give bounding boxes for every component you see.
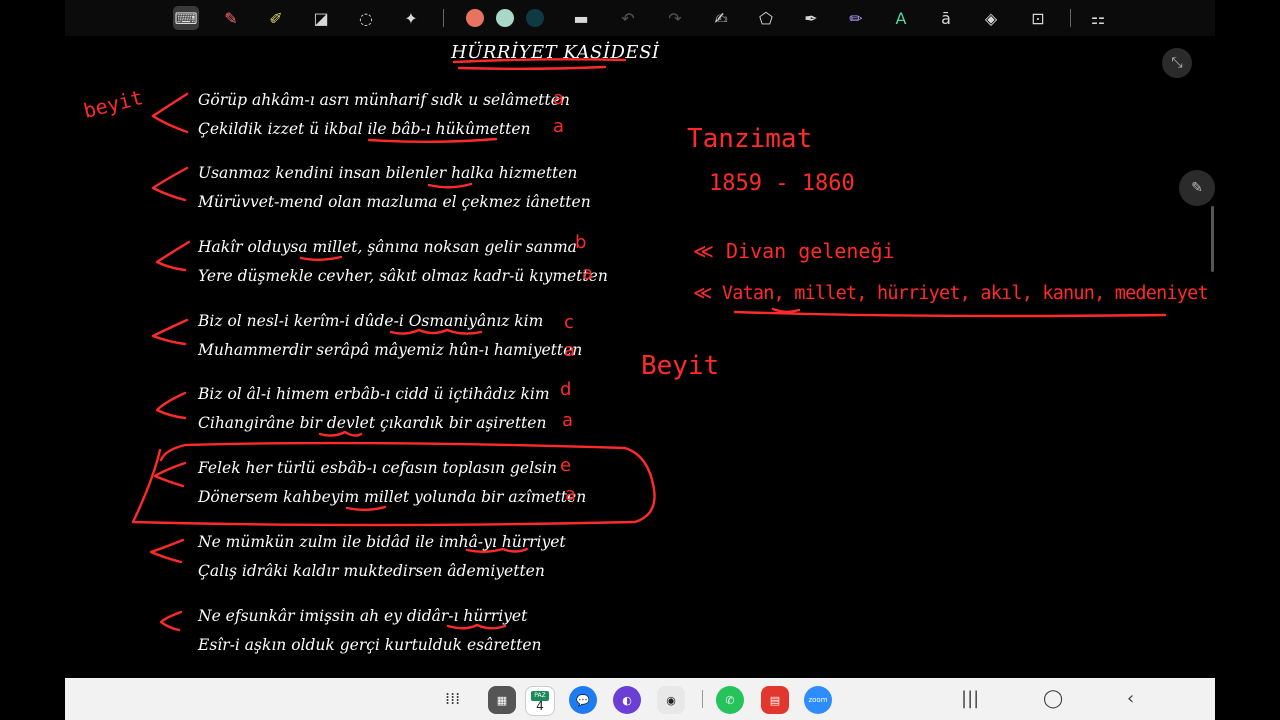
bracket-verse-3 [155, 240, 191, 272]
underline-osmaniyaniz [389, 328, 483, 335]
bracket-verse-5 [155, 391, 187, 420]
bracket-verse-1 [151, 92, 189, 134]
ink-strokes [131, 58, 1167, 632]
calendar-date: 4 [536, 699, 544, 713]
browser-app-icon[interactable]: ◐ [613, 686, 641, 714]
bracket-verse-4 [151, 318, 189, 346]
camera-app-icon[interactable]: ◉ [657, 686, 685, 714]
verse-6-circle [131, 441, 656, 527]
underline-tick [771, 307, 801, 313]
underline-hurriyet [465, 547, 529, 553]
title-underline-2 [457, 65, 607, 70]
messages-app-icon[interactable]: 💬 [569, 686, 597, 714]
recent-apps-icon[interactable]: ||| [961, 688, 979, 709]
underline-hurriyet-2 [446, 623, 507, 630]
taskbar-divider [702, 690, 703, 708]
bracket-verse-7 [149, 538, 185, 564]
underline-millet [299, 255, 343, 261]
system-taskbar: ⁞⁞⁞ ▦ PAZ 4 💬 ◐ ◉ ✆ ▤ zoom ||| ◯ ‹ [65, 678, 1215, 720]
underline-halka [427, 182, 473, 189]
title-underline [452, 58, 627, 64]
zoom-app-icon[interactable]: zoom [804, 686, 832, 714]
calendar-app-icon[interactable]: PAZ 4 [525, 686, 555, 716]
home-icon[interactable]: ◯ [1043, 688, 1063, 709]
bracket-verse-8 [159, 610, 183, 632]
notes-app-icon[interactable]: ▤ [761, 686, 789, 714]
back-icon[interactable]: ‹ [1127, 688, 1134, 709]
bracket-verse-6 [153, 461, 187, 488]
folder-app-icon[interactable]: ▦ [488, 686, 516, 714]
whatsapp-app-icon[interactable]: ✆ [716, 686, 744, 714]
underline-concepts [733, 310, 1167, 318]
edit-pen-icon[interactable]: ✎ [1179, 170, 1215, 206]
bracket-verse-2 [151, 166, 189, 202]
underline-millet-2 [345, 505, 387, 511]
underline-devlet [318, 430, 363, 437]
scrollbar[interactable] [1211, 206, 1214, 272]
collapse-icon[interactable]: ⤡ [1162, 48, 1192, 78]
app-screen: ⌨ ✎ ✐ ◪ ◌ ✦ ▬ ↶ ↷ ✍ ⬠ ✒ ✏ A ā ◈ ⊡ ⚏ HÜRR… [65, 0, 1215, 720]
apps-grid-icon[interactable]: ⁞⁞⁞ [445, 689, 460, 708]
underline-bab-i-hukumetten [367, 137, 498, 143]
